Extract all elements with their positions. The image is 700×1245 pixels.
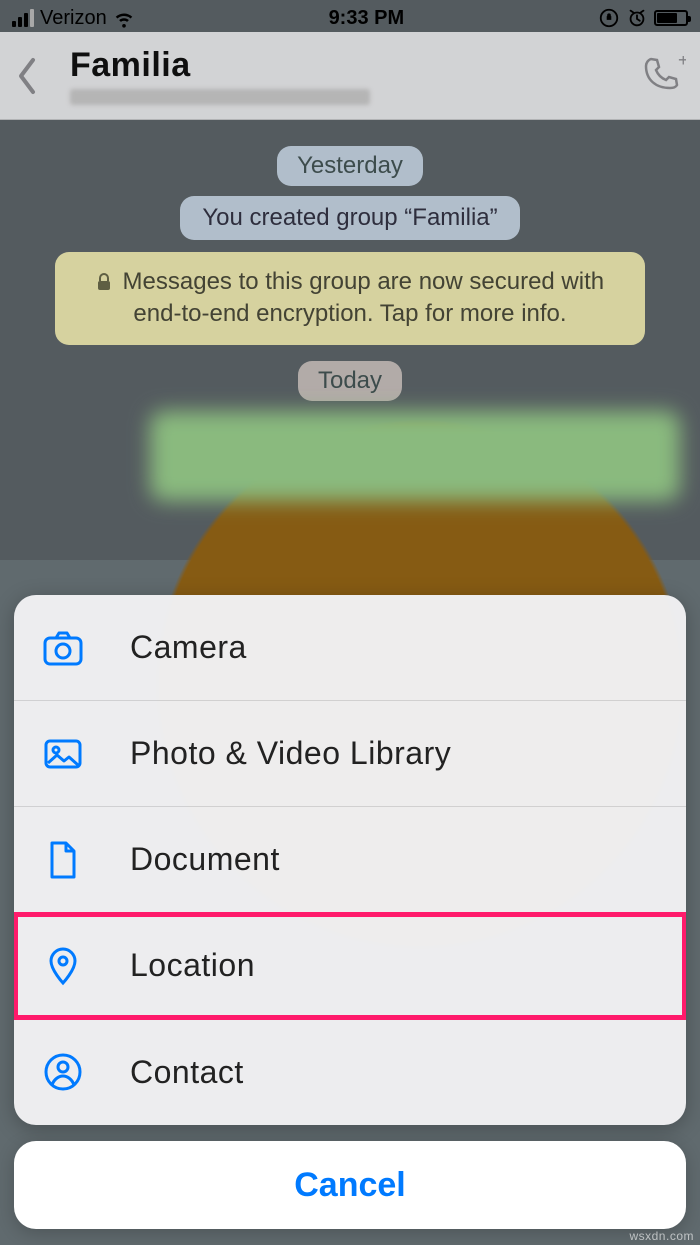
back-button[interactable] [14,56,40,96]
system-message-created: You created group “Familia” [180,196,519,240]
cancel-button[interactable]: Cancel [14,1141,686,1229]
watermark: wsxdn.com [629,1229,694,1243]
action-location-label: Location [130,947,255,984]
signal-icon [12,9,34,27]
date-separator-today: Today [298,361,402,401]
action-camera-label: Camera [130,629,247,666]
message-redacted [150,411,680,501]
chat-subtitle-redacted [70,89,370,105]
clock: 9:33 PM [329,7,405,30]
attachment-action-sheet: Camera Photo & Video Library Document Lo… [14,595,686,1229]
photo-icon [42,733,84,775]
chat-header: Familia + [0,32,700,120]
alarm-icon [626,7,648,29]
encryption-notice[interactable]: Messages to this group are now secured w… [55,252,645,345]
lock-icon [96,273,112,291]
camera-icon [42,627,84,669]
date-separator-yesterday: Yesterday [277,146,423,186]
svg-text:+: + [678,56,686,70]
call-button[interactable]: + [638,56,686,96]
status-bar: Verizon 9:33 PM [0,0,700,32]
action-photo-video[interactable]: Photo & Video Library [14,701,686,807]
contact-icon [42,1051,84,1093]
action-location[interactable]: Location [14,913,686,1019]
document-icon [42,839,84,881]
action-photo-video-label: Photo & Video Library [130,735,451,772]
rotation-lock-icon [598,7,620,29]
chat-title-block[interactable]: Familia [40,46,638,105]
action-document-label: Document [130,841,280,878]
chat-title: Familia [70,46,638,85]
location-icon [42,945,84,987]
encryption-notice-text: Messages to this group are now secured w… [123,268,605,327]
action-contact[interactable]: Contact [14,1019,686,1125]
action-contact-label: Contact [130,1054,244,1091]
battery-icon [654,10,688,26]
action-document[interactable]: Document [14,807,686,913]
cancel-label: Cancel [294,1166,406,1205]
wifi-icon [113,7,135,29]
carrier-label: Verizon [40,7,107,30]
action-camera[interactable]: Camera [14,595,686,701]
